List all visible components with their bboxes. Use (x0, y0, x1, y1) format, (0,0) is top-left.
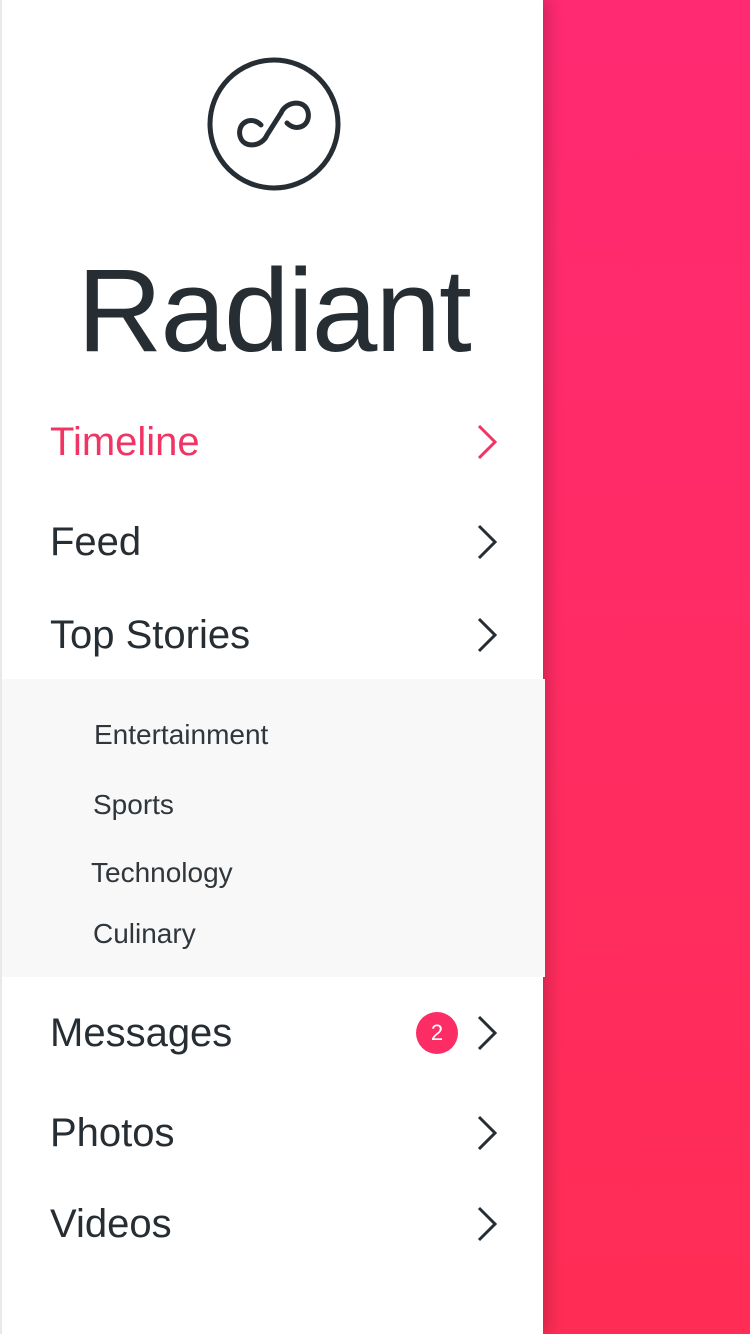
menu-item-timeline[interactable]: Timeline (2, 400, 545, 484)
menu-item-messages[interactable]: Messages 2 (2, 991, 545, 1075)
top-stories-submenu: Entertainment Sports Technology Culinary (2, 679, 545, 977)
unread-count-badge: 2 (416, 1012, 458, 1054)
side-menu: Radiant Timeline Feed Top Stories Entert… (0, 0, 545, 1334)
menu-item-label: Top Stories (50, 613, 251, 657)
menu-item-label: Feed (50, 520, 142, 564)
chevron-right-icon (474, 522, 500, 562)
menu-item-label: Messages (50, 1011, 233, 1055)
brand-title: Radiant (77, 245, 472, 377)
chevron-right-icon (474, 422, 500, 462)
menu-item-top-stories[interactable]: Top Stories (2, 593, 545, 677)
submenu-item-entertainment[interactable]: Entertainment (94, 711, 268, 759)
menu-item-photos[interactable]: Photos (2, 1091, 545, 1175)
infinity-loop-icon (207, 57, 341, 191)
content-panel[interactable] (543, 0, 750, 1334)
chevron-right-icon (474, 1204, 500, 1244)
menu-item-label: Photos (50, 1111, 175, 1155)
menu-item-label: Videos (50, 1202, 172, 1246)
submenu-item-culinary[interactable]: Culinary (93, 910, 196, 958)
submenu-item-sports[interactable]: Sports (93, 781, 174, 829)
menu-item-feed[interactable]: Feed (2, 500, 545, 584)
menu-item-label: Timeline (50, 420, 200, 464)
chevron-right-icon (474, 615, 500, 655)
menu-item-videos[interactable]: Videos (2, 1182, 545, 1266)
submenu-item-technology[interactable]: Technology (91, 849, 233, 897)
chevron-right-icon (474, 1013, 500, 1053)
chevron-right-icon (474, 1113, 500, 1153)
